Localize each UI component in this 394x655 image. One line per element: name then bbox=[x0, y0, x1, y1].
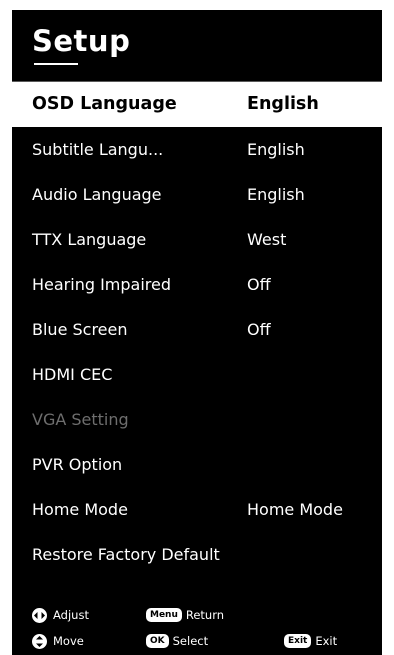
menu-item-audio-language[interactable]: Audio Language English bbox=[12, 172, 382, 217]
menu-item-label: Restore Factory Default bbox=[32, 545, 220, 564]
title-underline bbox=[34, 63, 78, 65]
menu-item-label: OSD Language bbox=[32, 94, 177, 114]
menu-item-value: Off bbox=[247, 320, 271, 339]
setup-panel: Setup OSD Language English Subtitle Lang… bbox=[12, 10, 382, 655]
menu-item-label: Blue Screen bbox=[32, 320, 128, 339]
setup-header: Setup bbox=[12, 10, 382, 81]
menu-item-value: Home Mode bbox=[247, 500, 343, 519]
menu-item-osd-language[interactable]: OSD Language English bbox=[12, 82, 382, 127]
return-label: Return bbox=[185, 608, 225, 622]
page-title: Setup bbox=[32, 24, 131, 58]
menu-item-ttx-language[interactable]: TTX Language West bbox=[12, 217, 382, 262]
key-hints: Adjust Menu Return Move OK Select Exit E… bbox=[12, 600, 382, 655]
menu-item-blue-screen[interactable]: Blue Screen Off bbox=[12, 307, 382, 352]
menu-key-badge: Menu bbox=[146, 608, 182, 622]
menu-item-label: Hearing Impaired bbox=[32, 275, 172, 294]
menu-item-label: Audio Language bbox=[32, 185, 162, 204]
menu-item-label: HDMI CEC bbox=[32, 365, 113, 384]
hint-return: Menu Return bbox=[146, 606, 224, 624]
setup-menu: OSD Language English Subtitle Langu... E… bbox=[12, 82, 382, 577]
ok-key-badge: OK bbox=[146, 634, 169, 648]
menu-item-value: Off bbox=[247, 275, 271, 294]
move-label: Move bbox=[53, 634, 84, 648]
menu-item-label: PVR Option bbox=[32, 455, 123, 474]
menu-item-label: TTX Language bbox=[32, 230, 147, 249]
menu-item-value: English bbox=[247, 94, 319, 114]
menu-item-pvr-option[interactable]: PVR Option bbox=[12, 442, 382, 487]
menu-item-home-mode[interactable]: Home Mode Home Mode bbox=[12, 487, 382, 532]
select-label: Select bbox=[172, 634, 209, 648]
menu-item-value: English bbox=[247, 140, 305, 159]
hint-adjust: Adjust bbox=[32, 606, 89, 624]
exit-key-badge: Exit bbox=[284, 634, 312, 648]
menu-item-restore-factory-default[interactable]: Restore Factory Default bbox=[12, 532, 382, 577]
hint-move: Move bbox=[32, 632, 84, 650]
adjust-label: Adjust bbox=[53, 608, 89, 622]
hint-select: OK Select bbox=[146, 632, 208, 650]
left-right-arrows-icon bbox=[32, 607, 47, 623]
menu-item-label: Subtitle Langu... bbox=[32, 140, 164, 159]
menu-item-hearing-impaired[interactable]: Hearing Impaired Off bbox=[12, 262, 382, 307]
menu-item-value: English bbox=[247, 185, 305, 204]
menu-item-label: VGA Setting bbox=[32, 410, 129, 429]
menu-item-vga-setting: VGA Setting bbox=[12, 397, 382, 442]
up-down-arrows-icon bbox=[32, 633, 47, 649]
exit-label: Exit bbox=[315, 634, 338, 648]
hint-exit: Exit Exit bbox=[284, 632, 337, 650]
menu-item-label: Home Mode bbox=[32, 500, 128, 519]
menu-item-value: West bbox=[247, 230, 287, 249]
menu-item-subtitle-language[interactable]: Subtitle Langu... English bbox=[12, 127, 382, 172]
menu-item-hdmi-cec[interactable]: HDMI CEC bbox=[12, 352, 382, 397]
